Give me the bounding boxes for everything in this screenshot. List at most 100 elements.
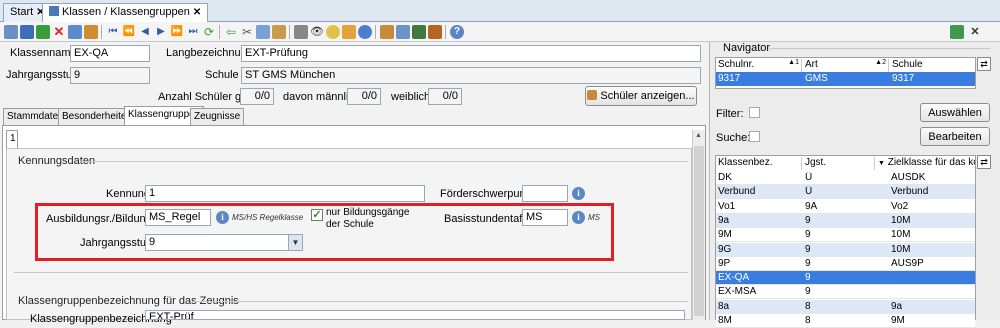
table-cell: 9 [805, 229, 811, 241]
table-row[interactable] [716, 242, 975, 257]
sort-icon: ▲1 [788, 59, 799, 66]
basisstundentafel-input[interactable]: MS [522, 209, 568, 226]
save-icon[interactable] [20, 25, 34, 39]
last-record-icon[interactable]: ⏭ [186, 25, 200, 39]
lightbulb-icon[interactable] [326, 25, 340, 39]
vertical-scrollbar[interactable]: ▲ [692, 130, 705, 320]
table-icon[interactable] [396, 25, 410, 39]
info-icon[interactable]: i [572, 211, 585, 224]
table-cell: 8 [805, 315, 811, 326]
scroll-up-icon[interactable]: ▲ [695, 132, 702, 139]
settings-icon[interactable] [358, 25, 372, 39]
langbezeichnung-input[interactable]: EXT-Prüfung [241, 45, 701, 62]
navigator-title: Navigator [723, 42, 771, 54]
next-page-icon[interactable]: ⏩ [170, 25, 184, 39]
filter-checkbox[interactable] [749, 107, 760, 118]
tab-zeugnisse[interactable]: Zeugnisse [190, 108, 245, 125]
chevron-down-icon[interactable]: ▼ [288, 235, 302, 250]
refresh-icon[interactable]: ⟳ [202, 25, 216, 39]
column-header-zielklasse[interactable]: ▼ Zielklasse für das ko... [876, 157, 975, 170]
bearbeiten-button[interactable]: Bearbeiten [920, 127, 990, 146]
table-cell: 9G [718, 243, 732, 255]
toolbar-separator [101, 25, 102, 39]
delete-icon[interactable]: ✕ [52, 25, 66, 39]
auswaehlen-button[interactable]: Auswählen [920, 103, 990, 122]
klassenname-input[interactable]: EX-QA [70, 45, 150, 62]
table-row[interactable] [716, 228, 975, 243]
table-cell: Verbund [718, 186, 756, 198]
ausbildungsrichtung-input[interactable]: MS_Regel [145, 209, 211, 226]
column-chooser-icon[interactable]: ⇄ [977, 155, 991, 169]
scrollbar-thumb[interactable] [694, 146, 704, 316]
new-icon[interactable] [4, 25, 18, 39]
arrow-left-icon[interactable]: ⇦ [224, 25, 238, 39]
column-header-schulnr[interactable]: Schulnr. ▲1 [716, 59, 802, 72]
table-row[interactable] [716, 271, 975, 286]
table-cell: 10M [891, 214, 911, 226]
subtab-1[interactable]: 1 [6, 130, 18, 148]
cut-icon[interactable]: ✂ [240, 25, 254, 39]
table-row[interactable] [716, 199, 975, 214]
jgs-select-value: 9 [149, 236, 156, 248]
window-close-icon[interactable]: ✕ [968, 25, 982, 39]
prev-page-icon[interactable]: ⏪ [122, 25, 136, 39]
tab-klassen[interactable]: Klassen / Klassengruppen ✕ [42, 3, 209, 22]
foerderschwerpunkt-input[interactable] [522, 185, 568, 202]
table-cell: AUS9P [891, 257, 924, 269]
foerderschwerpunkt-label: Förderschwerpunkt [440, 188, 535, 200]
copy-icon[interactable] [68, 25, 82, 39]
print-icon[interactable] [294, 25, 308, 39]
first-record-icon[interactable]: ⏮ [106, 25, 120, 39]
klassenname-label: Klassenname [10, 47, 77, 59]
kennung-input[interactable]: 1 [145, 185, 425, 202]
table-row[interactable] [716, 314, 975, 328]
table-cell: 8a [718, 300, 730, 312]
filter-label: Filter: [716, 108, 744, 120]
info-icon[interactable]: i [216, 211, 229, 224]
table-row[interactable] [716, 299, 975, 314]
close-icon[interactable]: ✕ [193, 7, 201, 18]
toolbar-separator [219, 25, 220, 39]
nur-bildungsgaenge-label-line1: nur Bildungsgänge [326, 207, 410, 218]
wand-icon[interactable] [342, 25, 356, 39]
suche-checkbox[interactable] [749, 131, 760, 142]
table-cell: Verbund [891, 186, 929, 198]
table-row-selected[interactable] [716, 72, 975, 86]
help-icon[interactable]: ? [450, 25, 464, 39]
table-cell: 9 [805, 257, 811, 269]
paste-icon[interactable] [272, 25, 286, 39]
preview-icon[interactable]: 👁 [310, 25, 324, 39]
table-cell: 9317 [718, 73, 741, 84]
users-icon[interactable] [380, 25, 394, 39]
schueler-anzeigen-button[interactable]: Schüler anzeigen... [585, 86, 697, 106]
suche-label: Suche: [716, 132, 751, 144]
table-row[interactable] [716, 213, 975, 228]
column-header-klassenbez[interactable]: Klassenbez. [716, 157, 802, 170]
edit-icon[interactable] [84, 25, 98, 39]
next-record-icon[interactable]: ▶ [154, 25, 168, 39]
prev-record-icon[interactable]: ◀ [138, 25, 152, 39]
weiblich-field: 0/0 [428, 88, 462, 105]
column-header-schule[interactable]: Schule [890, 59, 975, 72]
export-icon[interactable] [412, 25, 426, 39]
sync-icon[interactable] [950, 25, 964, 39]
undo-icon[interactable] [36, 25, 50, 39]
jgs-label: Jahrgangsstufe [80, 237, 156, 249]
column-header-art[interactable]: Art ▲2 [803, 59, 889, 72]
table-row[interactable] [716, 171, 975, 185]
klassengruppenbezeichnung-input[interactable]: EXT-Prüf [145, 310, 685, 320]
table-row[interactable] [716, 256, 975, 271]
anzahl-schueler-field: 0/0 [240, 88, 274, 105]
column-header-label: Zielklasse für das ko... [887, 157, 975, 168]
nur-bildungsgaenge-checkbox[interactable]: ✓ [311, 209, 323, 221]
report-icon[interactable] [428, 25, 442, 39]
column-header-jgst[interactable]: Jgst. [803, 157, 875, 170]
table-cell: Ü [805, 172, 813, 183]
jgs-select[interactable]: 9 ▼ [145, 234, 303, 251]
info-icon[interactable]: i [572, 187, 585, 200]
column-chooser-icon[interactable]: ⇄ [977, 57, 991, 71]
copy-doc-icon[interactable] [256, 25, 270, 39]
table-cell: DK [718, 172, 732, 183]
schule-label: Schule [205, 69, 239, 81]
document-tab-strip: Start ✕ Klassen / Klassengruppen ✕ [0, 0, 1000, 22]
